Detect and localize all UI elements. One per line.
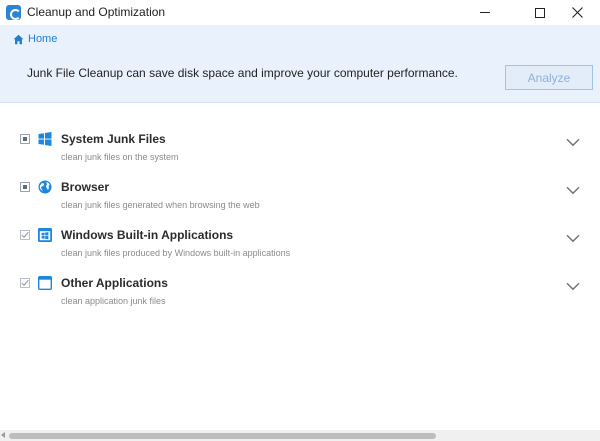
app-icon <box>6 5 21 20</box>
category-title: Windows Built-in Applications <box>61 228 234 242</box>
chevron-down-icon[interactable] <box>566 186 580 195</box>
chevron-down-icon[interactable] <box>566 282 580 291</box>
category-description: clean junk files generated when browsing… <box>61 200 260 210</box>
chevron-down-icon[interactable] <box>566 234 580 243</box>
windows-logo-icon <box>38 132 52 146</box>
category-checkbox[interactable] <box>20 278 30 288</box>
horizontal-scrollbar[interactable] <box>0 430 600 441</box>
window-title: Cleanup and Optimization <box>27 5 166 19</box>
category-description: clean junk files produced by Windows bui… <box>61 248 291 258</box>
window-app-icon <box>38 228 52 242</box>
category-checkbox[interactable] <box>20 182 30 192</box>
chevron-down-icon[interactable] <box>566 138 580 147</box>
banner-message: Junk File Cleanup can save disk space an… <box>27 66 458 80</box>
checkmark-icon <box>21 279 29 287</box>
category-title: Browser <box>61 180 110 194</box>
analyze-button[interactable]: Analyze <box>505 65 593 90</box>
breadcrumb-home-label: Home <box>28 33 58 45</box>
checkmark-icon <box>21 231 29 239</box>
category-browser[interactable]: Browser clean junk files generated when … <box>0 176 600 224</box>
category-other-applications[interactable]: Other Applications clean application jun… <box>0 272 600 320</box>
category-title: System Junk Files <box>61 132 166 146</box>
category-system-junk-files[interactable]: System Junk Files clean junk files on th… <box>0 128 600 176</box>
maximize-icon <box>535 7 545 18</box>
minimize-button[interactable] <box>462 0 508 25</box>
scrollbar-thumb[interactable] <box>9 433 436 439</box>
breadcrumb-home[interactable]: Home <box>13 33 57 45</box>
category-checkbox[interactable] <box>20 134 30 144</box>
category-description: clean application junk files <box>61 296 166 306</box>
category-description: clean junk files on the system <box>61 152 179 162</box>
close-button[interactable] <box>554 0 600 25</box>
home-icon <box>13 34 24 44</box>
globe-icon <box>38 180 52 194</box>
title-bar: Cleanup and Optimization <box>0 0 600 25</box>
application-window-icon <box>38 276 52 290</box>
scroll-left-icon[interactable] <box>1 432 5 438</box>
category-title: Other Applications <box>61 276 168 290</box>
close-icon <box>571 7 583 18</box>
category-checkbox[interactable] <box>20 230 30 240</box>
minimize-icon <box>480 12 490 13</box>
category-windows-built-in-applications[interactable]: Windows Built-in Applications clean junk… <box>0 224 600 272</box>
info-banner: Home Junk File Cleanup can save disk spa… <box>0 25 600 103</box>
